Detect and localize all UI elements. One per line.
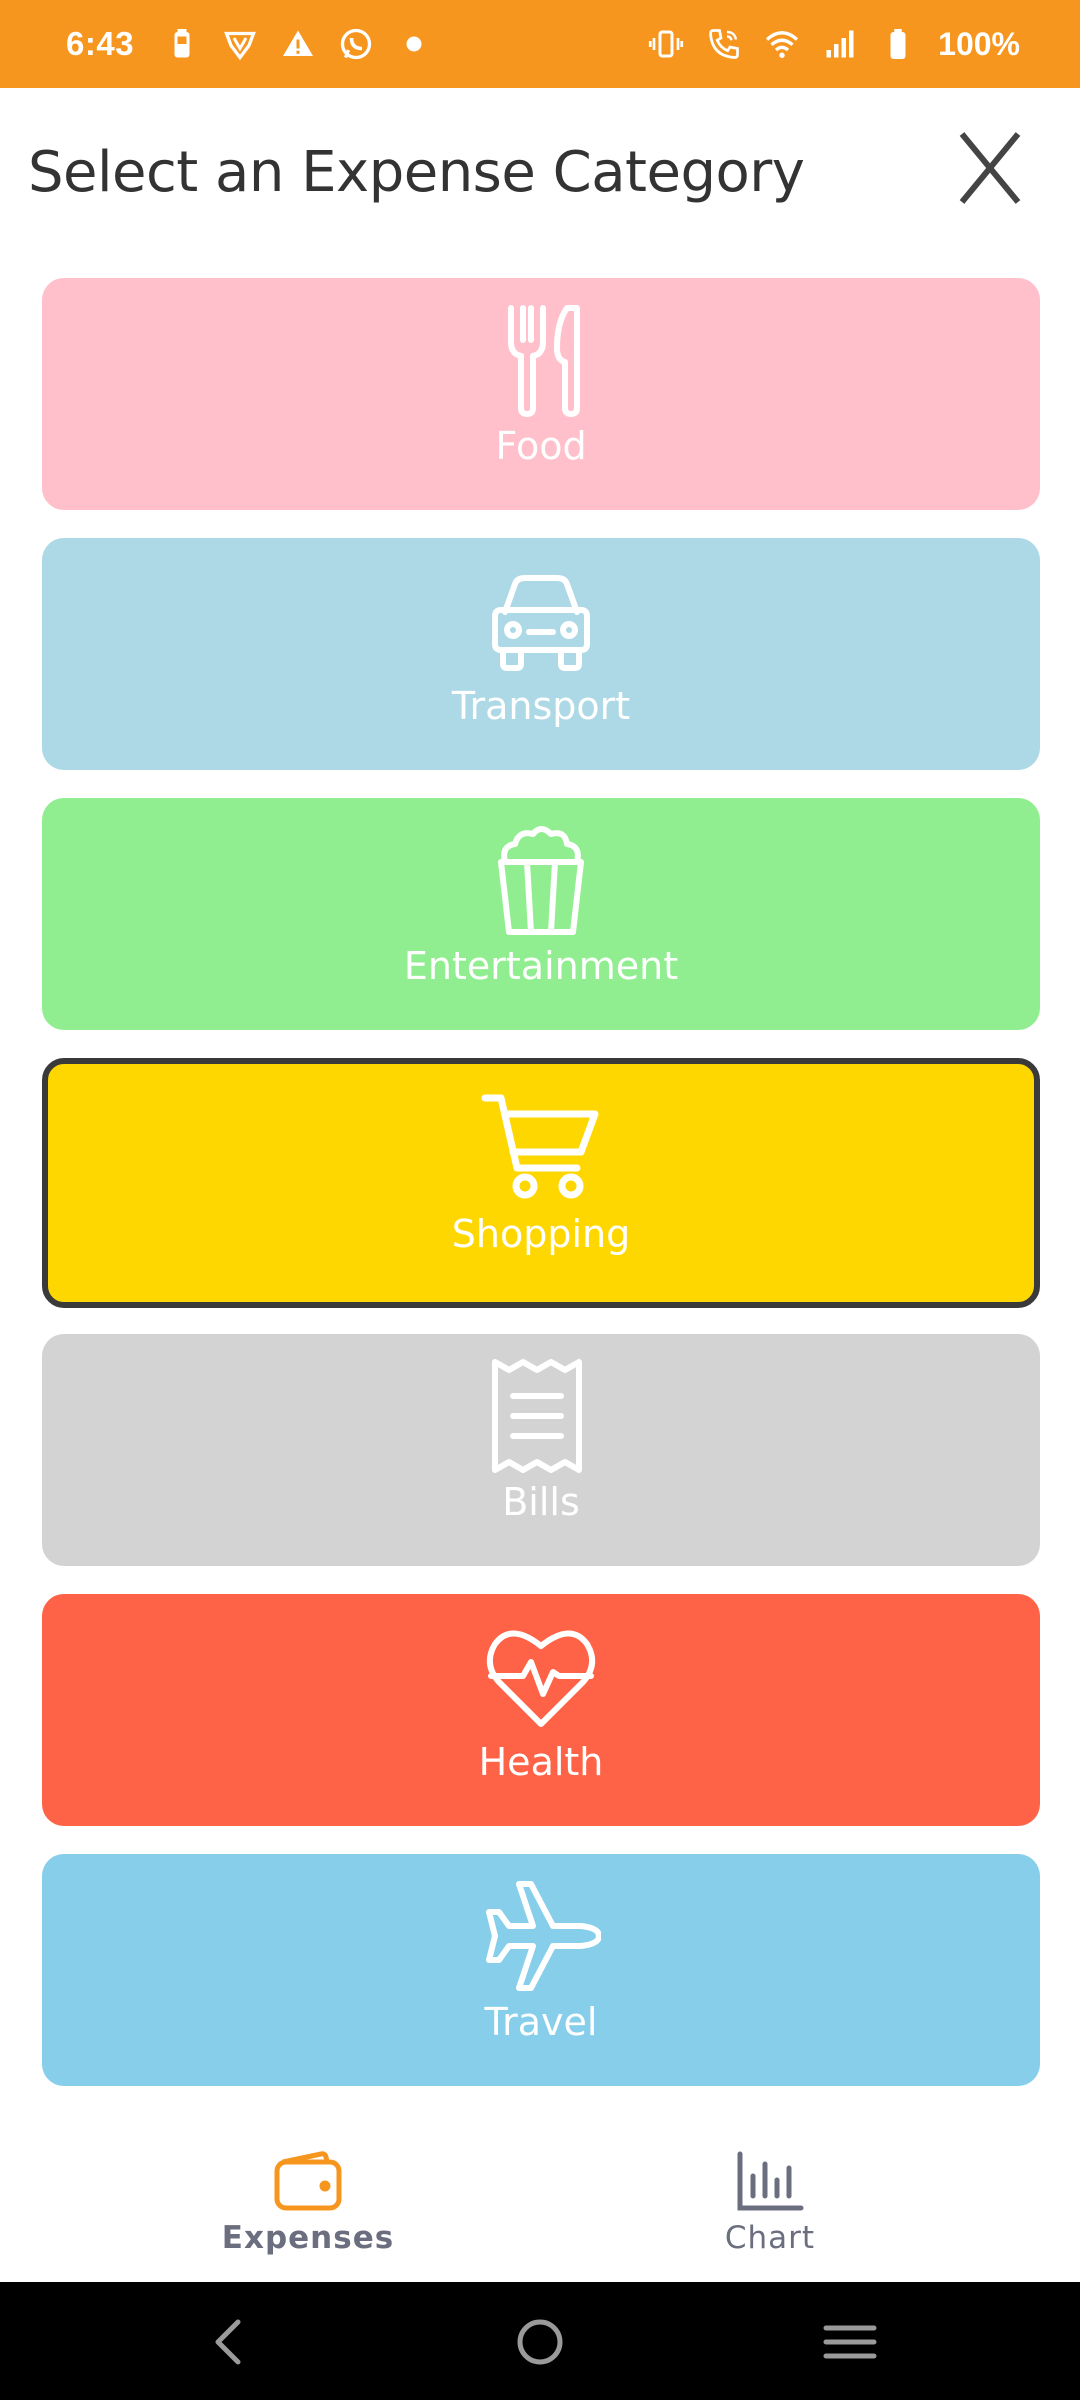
category-label: Travel [484,2000,598,2044]
receipt-icon [481,1356,601,1476]
category-transport[interactable]: Transport [42,538,1040,770]
dot-icon [396,26,432,62]
wifi-calling-icon [706,26,742,62]
back-button[interactable] [200,2312,260,2372]
heart-pulse-icon [481,1616,601,1736]
category-entertainment[interactable]: Entertainment [42,798,1040,1030]
status-left: 6:43 [66,25,432,63]
tab-label: Chart [724,2220,816,2256]
category-food[interactable]: Food [42,278,1040,510]
whatsapp-icon [338,26,374,62]
tab-chart[interactable]: Chart [620,2150,920,2270]
popcorn-icon [481,820,601,940]
tab-label: Expenses [221,2220,395,2256]
close-button[interactable] [940,118,1040,218]
category-shopping[interactable]: Shopping [42,1058,1040,1308]
category-label: Entertainment [403,944,679,988]
tab-expenses[interactable]: Expenses [158,2150,458,2270]
signal-icon [822,26,858,62]
page-title: Select an Expense Category [28,140,805,205]
status-bar: 6:43 100% [0,0,1080,88]
bottom-tab-bar: Expenses Chart [0,2110,1080,2282]
shopping-cart-icon [481,1088,601,1208]
category-travel[interactable]: Travel [42,1854,1040,2086]
category-bills[interactable]: Bills [42,1334,1040,1566]
category-label: Health [478,1740,604,1784]
category-label: Bills [502,1480,580,1524]
header: Select an Expense Category [0,88,1080,270]
category-label: Shopping [451,1212,631,1256]
warning-icon [280,26,316,62]
back-icon [215,2319,241,2365]
airplane-icon [481,1876,602,1996]
system-nav-bar [0,2282,1080,2400]
close-icon [959,132,1021,204]
recents-icon [823,2325,877,2359]
car-icon [481,560,601,680]
wifi-icon [764,26,800,62]
category-label: Food [495,424,587,468]
status-time: 6:43 [66,25,135,62]
bar-chart-icon [735,2150,805,2214]
home-icon [517,2319,563,2365]
status-right: 100% [648,26,1020,63]
vpn-shield-icon [222,26,258,62]
category-label: Transport [451,684,631,728]
category-health[interactable]: Health [42,1594,1040,1826]
recents-button[interactable] [820,2312,880,2372]
wallet-icon [273,2150,343,2214]
battery-saver-icon [164,26,200,62]
battery-percent: 100% [938,25,1020,62]
home-button[interactable] [510,2312,570,2372]
vibrate-icon [648,26,684,62]
fork-knife-icon [481,300,601,420]
battery-icon [880,26,916,62]
